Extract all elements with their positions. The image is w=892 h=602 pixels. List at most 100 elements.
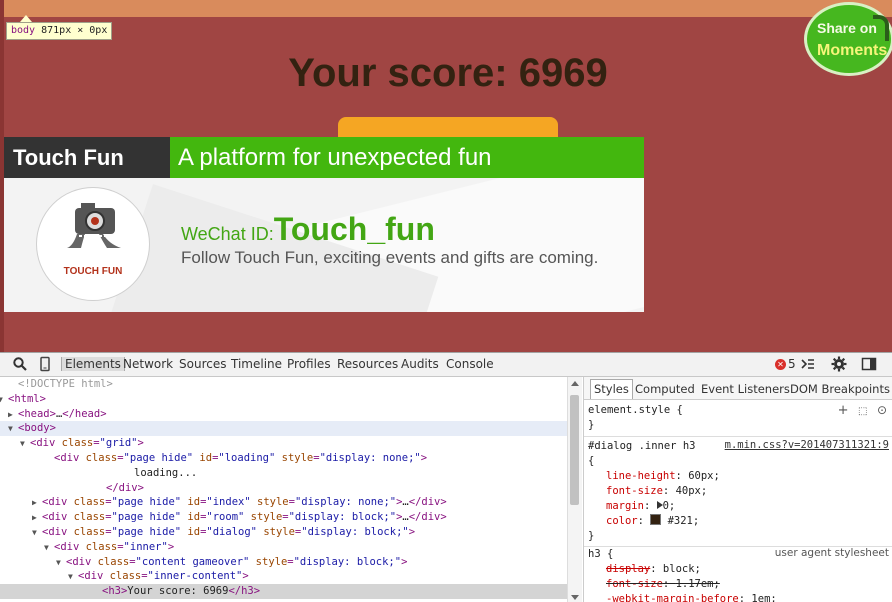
rule1-prop-color[interactable]: color: #321;: [606, 514, 699, 529]
tab-profiles[interactable]: Profiles: [287, 357, 331, 371]
tab-network[interactable]: Network: [123, 357, 173, 371]
collapse-triangle-icon[interactable]: ▼: [32, 525, 37, 540]
dom-node-line[interactable]: <!DOCTYPE html>: [0, 377, 567, 392]
collapse-triangle-icon[interactable]: ▼: [8, 421, 13, 436]
dock-side-icon[interactable]: [861, 356, 877, 372]
dom-node-line[interactable]: <div class="page hide" id="loading" styl…: [0, 451, 567, 466]
dom-token-tag: >: [167, 540, 175, 553]
rule1-selector[interactable]: #dialog .inner h3: [588, 439, 695, 454]
dom-node-line[interactable]: ▼ <div class="grid">: [0, 436, 567, 451]
dom-token-attr: class: [85, 540, 118, 553]
tab-sources[interactable]: Sources: [179, 357, 226, 371]
error-icon[interactable]: ✕: [775, 359, 786, 370]
rule1-prop-line-height[interactable]: line-height: 60px;: [606, 469, 720, 484]
dom-token-tag: </div>: [408, 511, 447, 524]
dom-token-tag: <html>: [8, 392, 46, 405]
collapse-triangle-icon[interactable]: ▼: [20, 436, 25, 451]
search-icon[interactable]: [12, 356, 28, 372]
dom-node-text: <div class="page hide" id="room" style="…: [42, 510, 447, 525]
dom-scrollbar[interactable]: [567, 377, 582, 602]
rule2-selector[interactable]: h3 {: [588, 547, 613, 562]
collapse-triangle-icon[interactable]: ▼: [0, 392, 3, 407]
tab-resources[interactable]: Resources: [337, 357, 398, 371]
element-style-rule[interactable]: element.style {: [588, 403, 683, 418]
tab-dom-breakpoints[interactable]: DOM Breakpoints: [790, 382, 890, 396]
dom-node-text: <head>…</head>: [18, 407, 107, 422]
rule-separator: [584, 436, 892, 437]
styles-sidebar: Styles Computed Event Listeners DOM Brea…: [583, 377, 892, 602]
dom-node-line[interactable]: loading...: [0, 466, 567, 481]
dom-node-line[interactable]: <h3>Your score: 6969</h3>: [0, 584, 567, 600]
tab-audits[interactable]: Audits: [401, 357, 439, 371]
error-count[interactable]: 5: [788, 357, 796, 371]
dom-node-line[interactable]: ▼ <div class="inner-content">: [0, 569, 567, 584]
dom-token-val: "content gameover": [135, 555, 250, 568]
dom-node-text: loading...: [134, 466, 197, 481]
dom-token-attr: class: [109, 570, 142, 583]
dom-node-text: </div>: [106, 481, 144, 496]
tab-timeline[interactable]: Timeline: [231, 357, 282, 371]
rule1-prop-font-size[interactable]: font-size: 40px;: [606, 484, 707, 499]
expand-triangle-icon[interactable]: ▶: [32, 510, 37, 525]
dom-token-tag: >: [420, 452, 428, 464]
scroll-up-icon[interactable]: [571, 381, 579, 386]
rule1-source-link[interactable]: m.min.css?v=201407311321:9: [725, 439, 889, 451]
gear-icon[interactable]: [831, 356, 847, 372]
dom-token-val: "display: none;": [294, 496, 397, 509]
dom-token-text: loading...: [134, 466, 198, 479]
dom-node-line[interactable]: ▼ <div class="page hide" id="dialog" styl…: [0, 525, 567, 540]
dom-node-line[interactable]: ▶ <div class="page hide" id="room" style=…: [0, 510, 567, 525]
tab-computed[interactable]: Computed: [635, 382, 695, 396]
dom-token-attr: style: [255, 555, 288, 568]
tab-event-listeners[interactable]: Event Listeners: [701, 382, 790, 396]
rule2-prop-margin-before[interactable]: -webkit-margin-before: 1em;: [606, 592, 777, 602]
console-drawer-icon[interactable]: [800, 356, 816, 372]
dom-token-val: "page hide": [111, 496, 182, 509]
tooltip-size: 871px × 0px: [41, 25, 108, 36]
device-mode-icon[interactable]: [37, 356, 53, 372]
styles-tabs: Styles Computed Event Listeners DOM Brea…: [584, 377, 892, 400]
rule2-prop-display[interactable]: display: block;: [606, 562, 701, 577]
dom-token-attr: style: [257, 496, 289, 509]
animations-icon[interactable]: ⊙: [877, 403, 887, 417]
expand-triangle-icon[interactable]: ▶: [32, 495, 37, 510]
devtools-toolbar: Elements Network Sources Timeline Profiles Re…: [0, 353, 892, 377]
dom-token-attr: id: [187, 526, 201, 538]
element-size-tooltip: body 871px × 0px: [6, 22, 113, 40]
dom-token-attr: style: [281, 452, 314, 464]
dom-node-line[interactable]: ▼ <div class="inner">: [0, 540, 567, 555]
collapse-triangle-icon[interactable]: ▼: [68, 569, 73, 584]
new-rule-icon[interactable]: +: [838, 403, 849, 418]
dom-node-text: <div class="grid">: [30, 436, 144, 451]
dom-token-tag: <div: [78, 570, 110, 583]
dom-node-line[interactable]: ▼ <div class="content gameover" style="di…: [0, 555, 567, 570]
tab-styles[interactable]: Styles: [590, 379, 633, 399]
dom-node-text: <div class="page hide" id="loading" styl…: [54, 451, 427, 466]
dom-token-val: "page hide": [111, 511, 182, 524]
elements-dom-tree[interactable]: <!DOCTYPE html> ▼ <html> ▶ <head>…</head> ▼ <b…: [0, 377, 567, 602]
scroll-thumb[interactable]: [570, 395, 579, 505]
expand-triangle-icon[interactable]: ▶: [8, 407, 13, 422]
rule2-prop-font-size[interactable]: font-size: 1.17em;: [606, 577, 720, 592]
collapse-triangle-icon[interactable]: ▼: [56, 555, 61, 570]
scroll-down-icon[interactable]: [571, 595, 579, 600]
dom-token-attr: class: [97, 555, 130, 568]
element-state-icon[interactable]: ⬚: [858, 406, 867, 417]
rule1-prop-margin[interactable]: margin: 0;: [606, 499, 675, 514]
dom-token-val: "display: none;": [319, 452, 421, 464]
dom-node-line[interactable]: ▼ <body>: [0, 421, 567, 437]
dom-node-line[interactable]: </div>: [0, 481, 567, 496]
collapse-triangle-icon[interactable]: ▼: [44, 540, 49, 555]
dom-node-line[interactable]: ▼ <html>: [0, 392, 567, 407]
tooltip-caret: [20, 15, 32, 22]
dom-token-val: "loading": [218, 452, 276, 464]
dom-node-line[interactable]: ▶ <head>…</head>: [0, 407, 567, 422]
dom-token-tag: <div: [54, 452, 86, 464]
dom-token-val: "display: block;": [301, 526, 409, 538]
dom-token-val: "display: block;": [293, 555, 402, 568]
color-swatch-icon[interactable]: [650, 514, 662, 525]
camera-mascot-icon: [67, 203, 121, 248]
dom-node-line[interactable]: ▶ <div class="page hide" id="index" style…: [0, 495, 567, 510]
tab-console[interactable]: Console: [446, 357, 494, 371]
tab-elements[interactable]: Elements: [61, 357, 125, 371]
